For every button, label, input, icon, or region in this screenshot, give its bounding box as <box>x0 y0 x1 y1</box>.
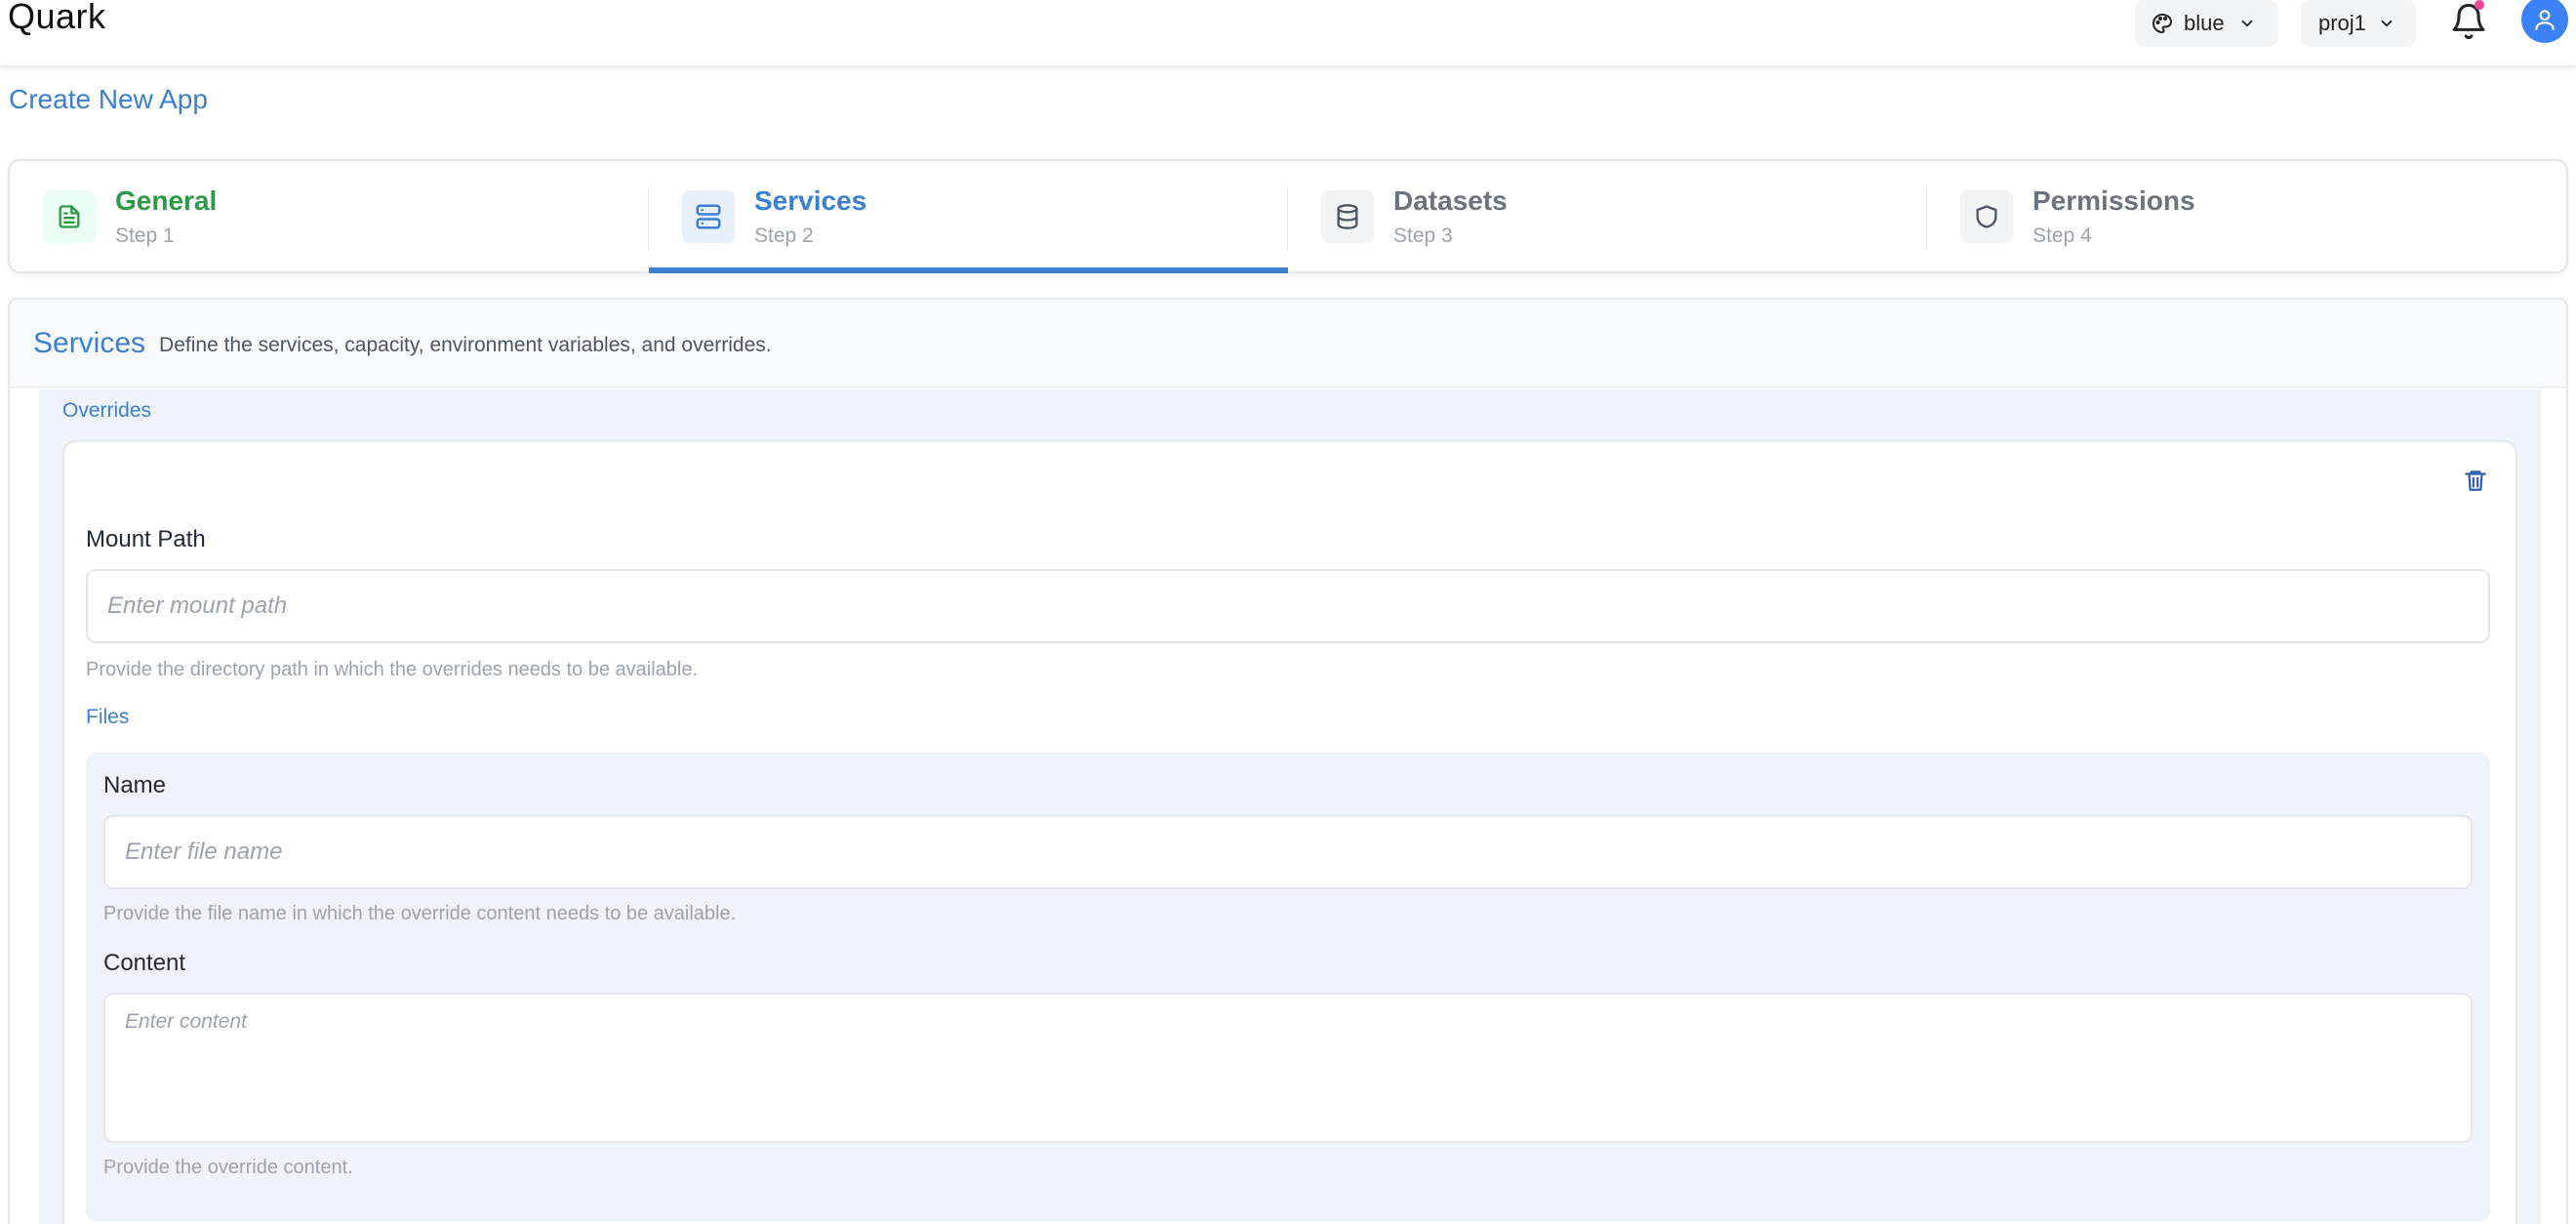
step-subtitle: Step 3 <box>1393 224 1453 247</box>
step-icon-box <box>1960 189 2013 243</box>
step-services[interactable]: Services Step 2 <box>649 161 1288 273</box>
step-permissions[interactable]: Permissions Step 4 <box>1927 161 2566 271</box>
step-icon-box <box>682 189 735 243</box>
notification-dot <box>2475 0 2484 10</box>
brand-logo[interactable]: Quark <box>8 0 106 37</box>
palette-icon <box>2153 14 2172 33</box>
project-label: proj1 <box>2318 11 2366 35</box>
top-bar: Quark blue proj1 <box>0 0 2576 66</box>
content-help: Provide the override content. <box>103 1157 353 1178</box>
theme-label: blue <box>2184 11 2225 35</box>
content-label: Content <box>103 950 186 976</box>
step-icon-box <box>43 189 96 243</box>
project-selector[interactable]: proj1 <box>2301 0 2416 47</box>
page-title: Create New App <box>9 84 208 114</box>
step-general[interactable]: General Step 1 <box>10 161 649 271</box>
theme-selector[interactable]: blue <box>2135 0 2277 47</box>
file-name-help: Provide the file name in which the overr… <box>103 903 737 924</box>
chevron-down-icon <box>2381 20 2393 27</box>
overrides-section: Overrides Mount Path Provide the directo… <box>39 389 2541 1224</box>
services-header: Services Define the services, capacity, … <box>10 300 2566 388</box>
mount-path-input[interactable] <box>86 569 2490 643</box>
file-name-label: Name <box>103 772 167 798</box>
file-entry: Name Provide the file name in which the … <box>86 753 2490 1221</box>
files-label: Files <box>86 706 130 728</box>
stepper: General Step 1 Services Step 2 Datasets … <box>8 159 2568 273</box>
step-datasets[interactable]: Datasets Step 3 <box>1288 161 1927 271</box>
services-panel: Services Define the services, capacity, … <box>8 298 2568 1224</box>
active-step-indicator <box>649 267 1288 273</box>
delete-override-button[interactable] <box>2463 468 2492 497</box>
database-icon <box>1337 203 1358 229</box>
step-title: Datasets <box>1393 184 1508 216</box>
user-icon <box>2535 10 2555 30</box>
document-icon <box>59 204 80 228</box>
avatar[interactable] <box>2521 0 2568 43</box>
override-card: Mount Path Provide the directory path in… <box>62 440 2517 1224</box>
mount-path-help: Provide the directory path in which the … <box>86 659 699 680</box>
services-title: Services <box>33 326 146 359</box>
chevron-down-icon <box>2241 20 2253 27</box>
notifications-button[interactable] <box>2449 0 2488 41</box>
step-subtitle: Step 4 <box>2033 224 2092 247</box>
step-subtitle: Step 1 <box>115 224 175 247</box>
shield-icon <box>1976 204 1997 228</box>
overrides-label: Overrides <box>62 399 152 422</box>
server-icon <box>696 204 721 228</box>
step-title: General <box>115 184 218 216</box>
services-description: Define the services, capacity, environme… <box>159 333 772 356</box>
file-name-input[interactable] <box>103 815 2473 889</box>
step-title: Permissions <box>2033 184 2195 216</box>
mount-path-label: Mount Path <box>86 526 206 552</box>
step-subtitle: Step 2 <box>754 224 814 247</box>
content-textarea[interactable] <box>103 993 2473 1143</box>
step-title: Services <box>754 184 867 216</box>
trash-icon <box>2465 470 2486 491</box>
step-icon-box <box>1321 189 1374 243</box>
